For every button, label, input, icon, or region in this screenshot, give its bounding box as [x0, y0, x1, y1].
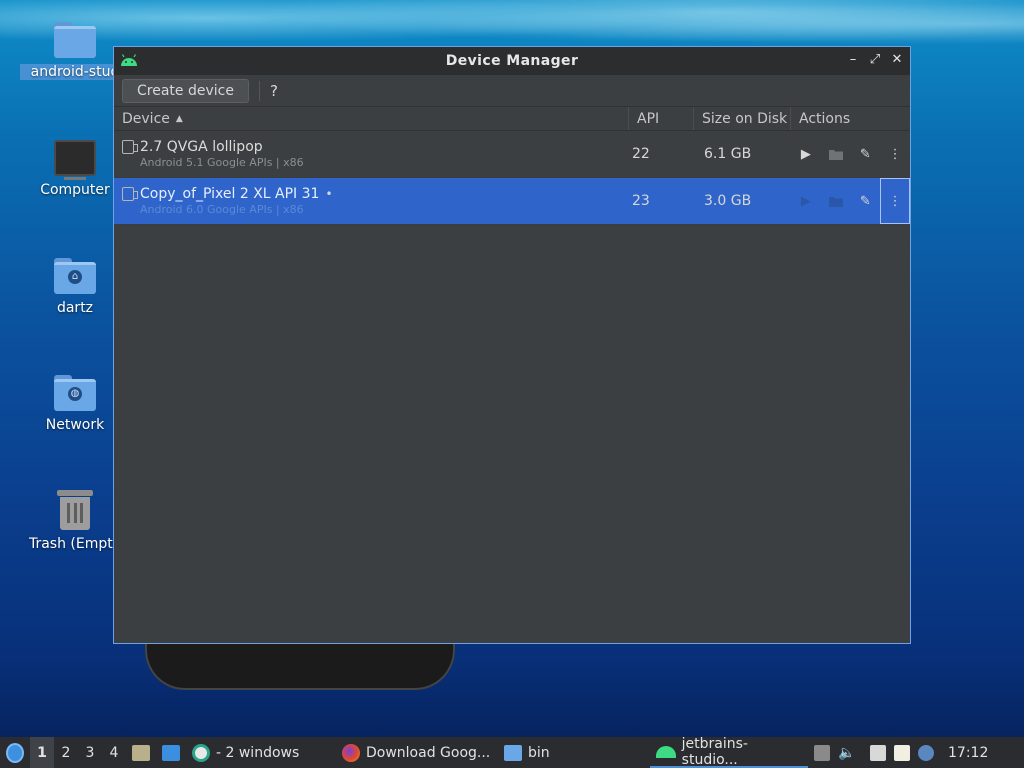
- help-button[interactable]: ?: [270, 82, 278, 100]
- device-details: Android 5.1 Google APIs | x86: [140, 156, 304, 169]
- column-header-label: Actions: [799, 110, 851, 127]
- folder-icon: [54, 22, 96, 58]
- column-header-size[interactable]: Size on Disk: [694, 107, 791, 130]
- device-name: 2.7 QVGA lollipop: [140, 139, 263, 155]
- android-icon: [656, 745, 676, 758]
- table-header: Device ▲ API Size on Disk Actions: [114, 107, 910, 131]
- maximize-button[interactable]: ⤢: [868, 52, 882, 68]
- edit-pencil-icon[interactable]: ✎: [851, 131, 881, 177]
- column-header-label: Device: [122, 110, 170, 127]
- workspace-1[interactable]: 1: [30, 737, 54, 768]
- app-icon: [192, 743, 210, 762]
- edit-pencil-icon[interactable]: ✎: [851, 178, 881, 224]
- column-header-api[interactable]: API: [629, 107, 694, 130]
- phone-icon: [122, 187, 138, 201]
- running-indicator: •: [325, 187, 333, 201]
- column-header-label: API: [637, 110, 660, 127]
- device-name: Copy_of_Pixel 2 XL API 31 •: [140, 186, 333, 202]
- trash-icon: [57, 490, 93, 530]
- firefox-icon: [342, 743, 360, 762]
- application-menu-button[interactable]: [0, 737, 30, 768]
- task-label: Download Goog...: [366, 744, 491, 761]
- workspace-4[interactable]: 4: [102, 737, 126, 768]
- system-tray: 🔈: [808, 737, 940, 768]
- table-row[interactable]: 2.7 QVGA lollipop Android 5.1 Google API…: [114, 131, 910, 178]
- computer-icon: [54, 140, 96, 180]
- sort-ascending-icon: ▲: [175, 113, 183, 124]
- more-actions-icon[interactable]: ⋮: [880, 178, 911, 224]
- network-folder-icon: ◍: [54, 375, 96, 411]
- folder-icon: [504, 744, 522, 761]
- task-firefox[interactable]: Download Goog...: [336, 737, 498, 768]
- task-label: - 2 windows: [216, 744, 300, 761]
- actions-cell: ▶ ✎ ⋮: [791, 178, 911, 224]
- workspace-3[interactable]: 3: [78, 737, 102, 768]
- size-cell: 6.1 GB: [704, 146, 752, 162]
- play-icon[interactable]: ▶: [791, 131, 821, 177]
- volume-icon[interactable]: 🔈: [838, 745, 855, 761]
- close-button[interactable]: ✕: [890, 52, 904, 68]
- task-bin-folder[interactable]: bin: [498, 737, 650, 768]
- task-label: bin: [528, 744, 550, 761]
- device-name-text: Copy_of_Pixel 2 XL API 31: [140, 186, 320, 202]
- window-titlebar[interactable]: Device Manager – ⤢ ✕: [114, 47, 910, 75]
- desktop-icon: [162, 744, 180, 761]
- create-device-button[interactable]: Create device: [122, 78, 249, 103]
- home-folder-icon: ⌂: [54, 258, 96, 294]
- api-cell: 23: [632, 193, 650, 209]
- notification-icon[interactable]: [918, 744, 934, 761]
- minimize-button[interactable]: –: [846, 52, 860, 68]
- android-icon: [121, 54, 137, 66]
- more-actions-icon[interactable]: ⋮: [880, 131, 910, 177]
- folder-icon[interactable]: [821, 178, 851, 224]
- menu-logo-icon: [6, 742, 24, 763]
- network-icon[interactable]: [870, 744, 886, 761]
- workspace-2[interactable]: 2: [54, 737, 78, 768]
- column-header-device[interactable]: Device ▲: [114, 107, 629, 130]
- scroll-indicator-icon[interactable]: [814, 744, 830, 761]
- play-icon[interactable]: ▶: [791, 178, 821, 224]
- table-row[interactable]: Copy_of_Pixel 2 XL API 31 • Android 6.0 G…: [114, 178, 911, 225]
- clipboard-icon[interactable]: [894, 744, 910, 761]
- device-cell: Copy_of_Pixel 2 XL API 31 • Android 6.0 G…: [114, 178, 629, 224]
- column-header-label: Size on Disk: [702, 110, 788, 127]
- file-manager-icon: [132, 744, 150, 761]
- toolbar: Create device ?: [114, 75, 910, 107]
- column-header-actions: Actions: [791, 107, 910, 130]
- toolbar-separator: [258, 80, 260, 101]
- file-manager-launcher[interactable]: [126, 737, 156, 768]
- device-manager-window: Device Manager – ⤢ ✕ Create device ? Dev…: [113, 46, 911, 644]
- task-label: jetbrains-studio...: [681, 735, 748, 768]
- device-cell: 2.7 QVGA lollipop Android 5.1 Google API…: [114, 131, 629, 177]
- window-title: Device Manager: [445, 53, 579, 69]
- taskbar: 1 2 3 4 - 2 windows Download Goog... bin…: [0, 735, 1024, 768]
- api-cell: 22: [632, 146, 650, 162]
- actions-cell: ▶ ✎ ⋮: [791, 131, 910, 177]
- task-jetbrains-studio[interactable]: jetbrains-studio...: [650, 735, 808, 768]
- clock[interactable]: 17:12: [948, 745, 988, 761]
- phone-icon: [122, 140, 138, 154]
- device-details: Android 6.0 Google APIs | x86: [140, 203, 304, 216]
- task-windows-group[interactable]: - 2 windows: [186, 737, 336, 768]
- show-desktop-launcher[interactable]: [156, 737, 186, 768]
- folder-icon[interactable]: [821, 131, 851, 177]
- size-cell: 3.0 GB: [704, 193, 752, 209]
